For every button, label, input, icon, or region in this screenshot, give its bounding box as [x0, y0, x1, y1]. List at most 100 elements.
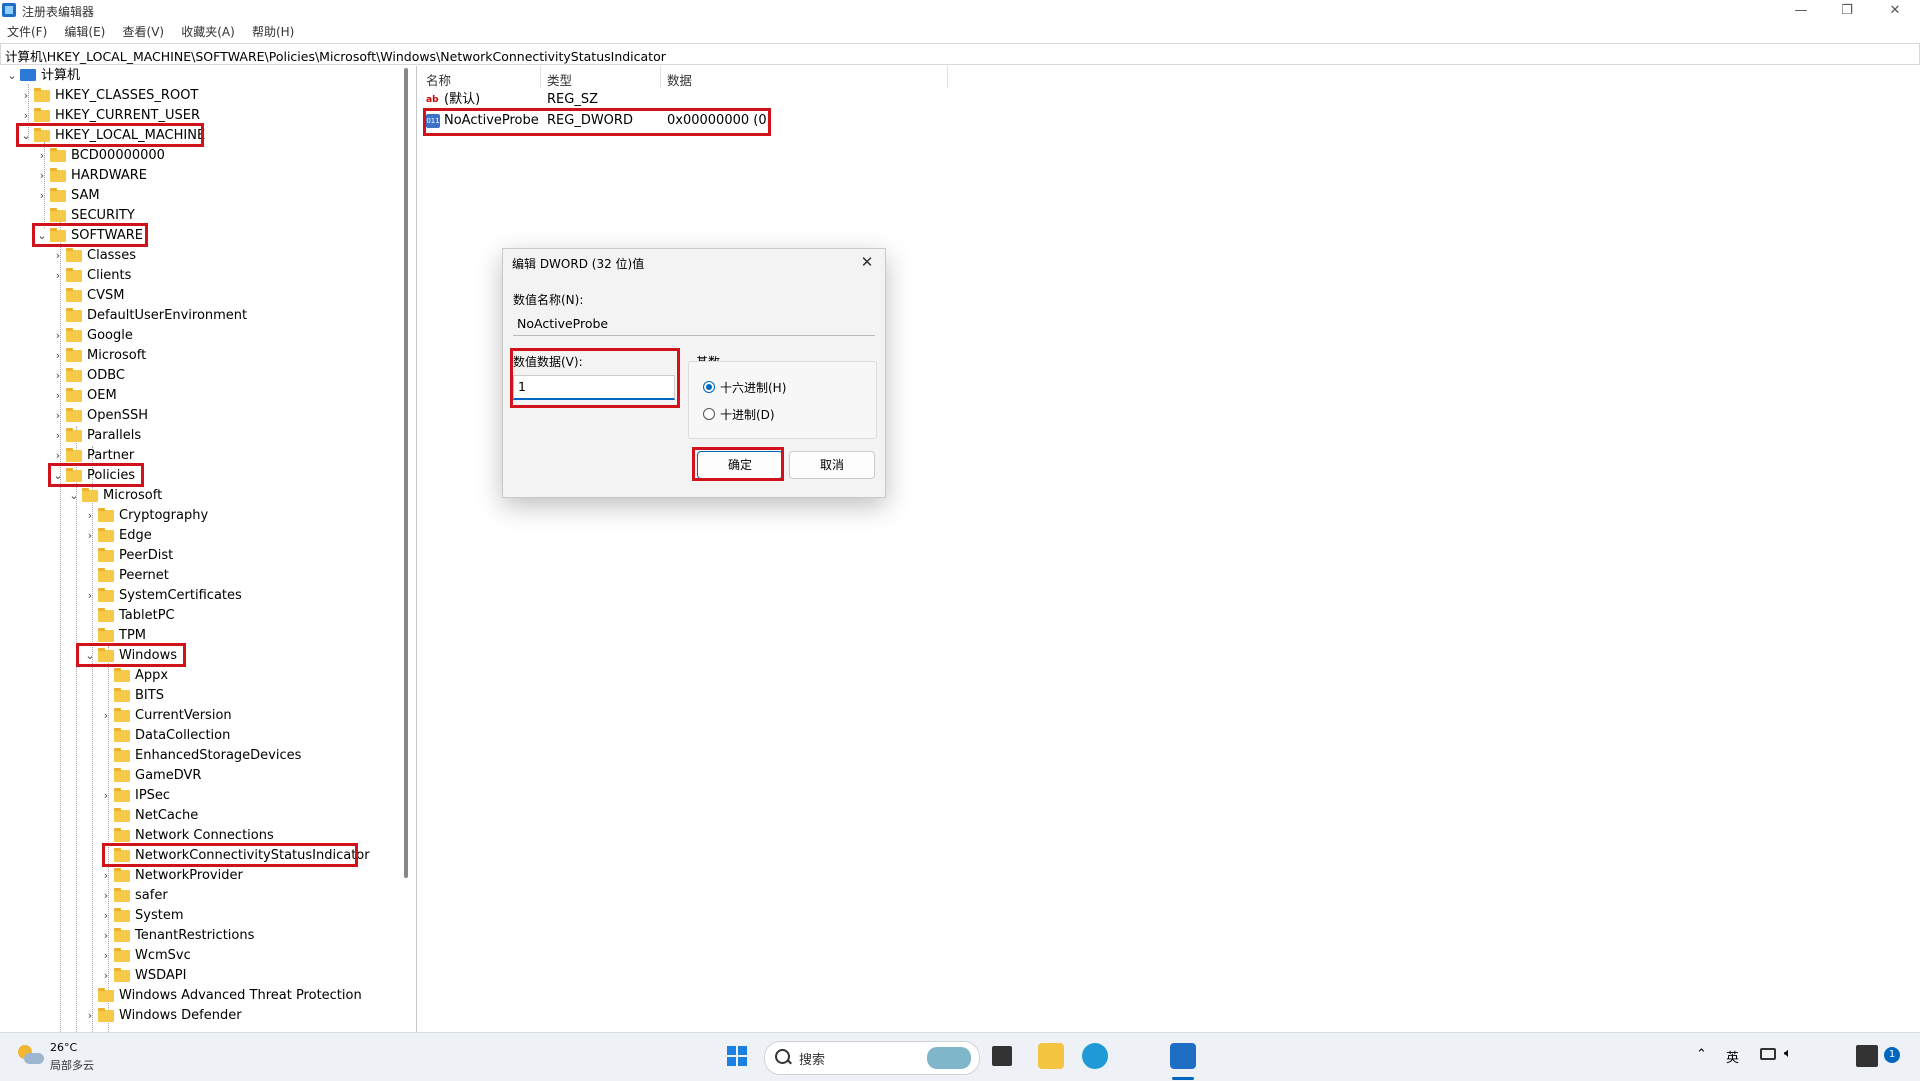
restore-button[interactable]: ❐	[1824, 0, 1870, 22]
chevron-right-icon[interactable]: ›	[84, 1006, 96, 1026]
start-button[interactable]	[724, 1043, 750, 1069]
radio-decimal[interactable]	[703, 408, 715, 420]
chevron-right-icon[interactable]: ›	[100, 866, 112, 886]
chevron-right-icon[interactable]: ›	[100, 906, 112, 926]
chevron-right-icon[interactable]: ›	[52, 266, 64, 286]
folder-icon	[114, 668, 130, 682]
ime-indicator[interactable]: 英	[1726, 1047, 1739, 1066]
value-name: (默认)	[444, 92, 481, 107]
chevron-right-icon[interactable]: ›	[100, 926, 112, 946]
close-window-button[interactable]: ✕	[1872, 0, 1918, 22]
weather-temp[interactable]: 26°C	[50, 1041, 77, 1054]
dialog-title: 编辑 DWORD (32 位)值	[512, 257, 645, 271]
chevron-right-icon[interactable]: ›	[52, 366, 64, 386]
menu-favorites[interactable]: 收藏夹(A)	[181, 22, 235, 42]
menu-edit[interactable]: 编辑(E)	[64, 22, 105, 42]
taskbar: 26°C 局部多云 搜索 ⌃ 英 🔈︎ 1	[0, 1032, 1920, 1081]
file-explorer-icon[interactable]	[1038, 1043, 1064, 1069]
highlight-ncsi	[102, 843, 358, 867]
tree-label: Microsoft	[87, 348, 147, 363]
chevron-down-icon[interactable]: ⌄	[68, 486, 80, 506]
edge-browser-icon[interactable]	[1082, 1043, 1108, 1069]
folder-icon	[98, 1008, 114, 1022]
close-icon: ✕	[860, 253, 874, 271]
tree-label: OpenSSH	[87, 408, 149, 423]
folder-icon	[114, 968, 130, 982]
radio-hex-label[interactable]: 十六进制(H)	[720, 379, 786, 396]
chevron-right-icon[interactable]: ›	[52, 406, 64, 426]
chevron-right-icon[interactable]: ›	[20, 86, 32, 106]
chevron-right-icon[interactable]: ›	[52, 346, 64, 366]
chevron-right-icon[interactable]: ›	[100, 886, 112, 906]
value-name-label: 数值名称(N):	[513, 293, 584, 307]
chevron-down-icon[interactable]: ⌄	[6, 66, 18, 86]
folder-icon	[98, 608, 114, 622]
address-bar[interactable]: 计算机\HKEY_LOCAL_MACHINE\SOFTWARE\Policies…	[0, 43, 1920, 65]
tree-label: ODBC	[87, 368, 126, 383]
folder-icon	[114, 828, 130, 842]
tree-scrollbar[interactable]	[402, 66, 410, 1032]
tree-label: PeerDist	[119, 548, 174, 563]
registry-tree: ⌄ 计算机 › HKEY_CLASSES_ROOT › HKEY_CURRENT_US…	[0, 66, 417, 1032]
tree-label: Windows Defender	[119, 1008, 242, 1023]
highlight-noactiveprobe-row	[423, 108, 771, 136]
folder-icon	[50, 168, 66, 182]
weather-icon[interactable]	[18, 1043, 44, 1069]
folder-icon	[66, 368, 82, 382]
taskbar-search[interactable]: 搜索	[764, 1041, 980, 1075]
notification-center-icon[interactable]	[1856, 1045, 1878, 1067]
chevron-right-icon[interactable]: ›	[52, 326, 64, 346]
chevron-right-icon[interactable]: ›	[36, 146, 48, 166]
folder-icon	[66, 428, 82, 442]
chevron-right-icon[interactable]: ›	[100, 946, 112, 966]
tree-label: safer	[135, 888, 168, 903]
chevron-right-icon[interactable]: ›	[84, 526, 96, 546]
edit-dword-dialog: 编辑 DWORD (32 位)值 ✕ 数值名称(N): NoActiveProb…	[502, 248, 886, 498]
notification-badge[interactable]: 1	[1884, 1047, 1900, 1063]
computer-icon	[20, 69, 36, 81]
chevron-right-icon[interactable]: ›	[52, 426, 64, 446]
chevron-right-icon[interactable]: ›	[36, 166, 48, 186]
tree-scrollbar-thumb[interactable]	[404, 68, 408, 878]
minimize-button[interactable]: —	[1778, 0, 1824, 22]
volume-icon[interactable]: 🔈︎	[1784, 1046, 1792, 1061]
title-bar: 注册表编辑器 — ❐ ✕	[0, 0, 1920, 22]
column-header-name[interactable]: 名称	[426, 70, 451, 89]
chevron-right-icon[interactable]: ›	[52, 386, 64, 406]
chevron-right-icon[interactable]: ›	[100, 786, 112, 806]
list-row-default[interactable]: ab (默认) REG_SZ	[420, 90, 820, 110]
weather-desc[interactable]: 局部多云	[50, 1057, 94, 1073]
highlight-value-data	[510, 348, 680, 408]
folder-icon	[114, 788, 130, 802]
chevron-up-icon[interactable]: ⌃	[1696, 1047, 1707, 1062]
radio-hex[interactable]	[703, 381, 715, 393]
network-icon[interactable]	[1760, 1048, 1776, 1060]
chevron-right-icon[interactable]: ›	[100, 706, 112, 726]
value-name-field: NoActiveProbe	[513, 313, 875, 336]
radio-decimal-label[interactable]: 十进制(D)	[720, 406, 775, 423]
highlight-ok-button	[692, 447, 784, 481]
chevron-right-icon[interactable]: ›	[36, 186, 48, 206]
folder-icon	[98, 568, 114, 582]
tree-label: Parallels	[87, 428, 142, 443]
tree-label: EnhancedStorageDevices	[135, 748, 302, 763]
regedit-taskbar-icon[interactable]	[1170, 1043, 1196, 1069]
tree-label: BITS	[135, 688, 164, 703]
chevron-right-icon[interactable]: ›	[52, 246, 64, 266]
column-header-type[interactable]: 类型	[547, 70, 572, 89]
highlight-policies	[48, 463, 144, 487]
task-view-icon[interactable]	[992, 1046, 1012, 1066]
highlight-hklm	[16, 123, 204, 147]
chevron-right-icon[interactable]: ›	[84, 506, 96, 526]
menu-help[interactable]: 帮助(H)	[252, 22, 294, 42]
chevron-right-icon[interactable]: ›	[84, 586, 96, 606]
tree-label: TabletPC	[119, 608, 175, 623]
search-placeholder: 搜索	[799, 1053, 826, 1068]
menu-view[interactable]: 查看(V)	[123, 22, 165, 42]
chevron-right-icon[interactable]: ›	[100, 966, 112, 986]
dialog-close-button[interactable]: ✕	[855, 251, 879, 273]
folder-icon	[114, 948, 130, 962]
column-header-data[interactable]: 数据	[667, 70, 692, 89]
menu-file[interactable]: 文件(F)	[7, 22, 47, 42]
cancel-button[interactable]: 取消	[789, 451, 875, 479]
